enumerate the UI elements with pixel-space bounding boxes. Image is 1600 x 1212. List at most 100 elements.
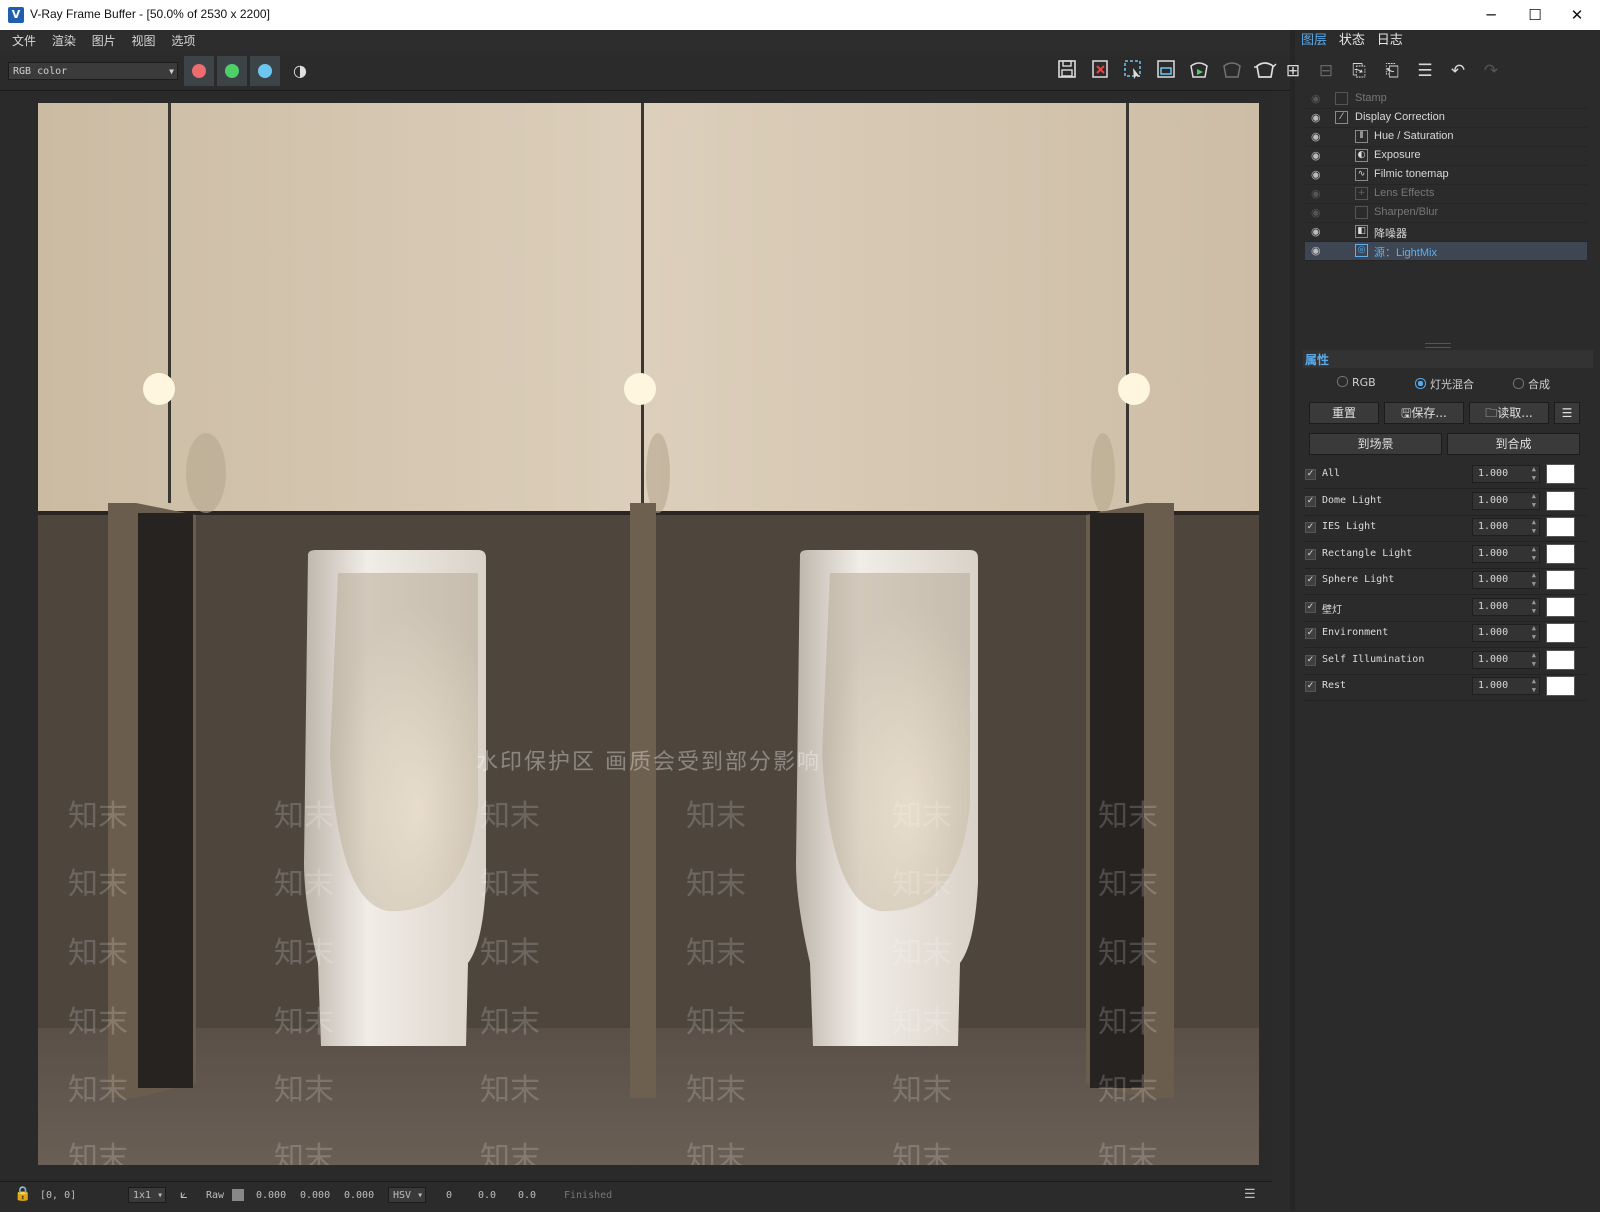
- save-button[interactable]: 🖫保存...: [1384, 402, 1464, 424]
- light-color-swatch[interactable]: [1546, 543, 1575, 564]
- blue-channel-button[interactable]: [250, 56, 280, 86]
- red-channel-button[interactable]: [184, 56, 214, 86]
- green-channel-button[interactable]: [217, 56, 247, 86]
- minimize-button[interactable]: ─: [1468, 0, 1514, 30]
- menu-render[interactable]: 渲染: [52, 30, 76, 52]
- region-render-icon[interactable]: [1120, 58, 1146, 84]
- delete-layer-icon[interactable]: ⊟: [1313, 58, 1339, 84]
- eye-icon[interactable]: ◉: [1311, 225, 1321, 238]
- checkbox[interactable]: ✓: [1305, 628, 1316, 639]
- channel-select[interactable]: RGB color ▼: [8, 62, 178, 80]
- intensity-spinner[interactable]: 1.000 ▲ ▼: [1472, 571, 1540, 589]
- radio-rgb[interactable]: RGB: [1337, 376, 1376, 389]
- spinner-arrows-icon[interactable]: ▲ ▼: [1532, 651, 1536, 669]
- spinner-arrows-icon[interactable]: ▲ ▼: [1532, 598, 1536, 616]
- layer-filmic-tonemap[interactable]: ◉ ∿ Filmic tonemap: [1305, 166, 1587, 185]
- undo-icon[interactable]: ↶: [1445, 58, 1471, 84]
- intensity-spinner[interactable]: 1.000 ▲ ▼: [1472, 650, 1540, 669]
- layer-sharpen-blur[interactable]: ◉ Sharpen/Blur: [1305, 204, 1587, 223]
- layer-exposure[interactable]: ◉ ◐ Exposure: [1305, 147, 1587, 166]
- light-color-swatch[interactable]: [1546, 490, 1575, 511]
- eye-off-icon[interactable]: ◉: [1311, 92, 1321, 105]
- menu-file[interactable]: 文件: [12, 30, 36, 52]
- spinner-arrows-icon[interactable]: ▲ ▼: [1532, 624, 1536, 642]
- eye-icon[interactable]: ◉: [1311, 111, 1321, 124]
- light-color-swatch[interactable]: [1546, 464, 1575, 484]
- menu-image[interactable]: 图片: [92, 30, 116, 52]
- spinner-arrows-icon[interactable]: ▲ ▼: [1532, 518, 1536, 536]
- layer-denoiser[interactable]: ◉ ◧ 降噪器: [1305, 223, 1587, 242]
- color-picker-icon[interactable]: ⟀: [180, 1187, 188, 1202]
- light-color-swatch[interactable]: [1546, 649, 1575, 670]
- image-viewport[interactable]: 水印保护区 画质会受到部分影响 知末 知末 知末 知末 知末 知末 知末 知末 知末 知末 知末 知末…: [0, 91, 1272, 1181]
- close-button[interactable]: ✕: [1554, 0, 1600, 30]
- intensity-spinner[interactable]: 1.000 ▲ ▼: [1472, 597, 1540, 616]
- reset-button[interactable]: 重置: [1309, 402, 1379, 424]
- tab-layers[interactable]: 图层: [1301, 30, 1327, 52]
- log-toggle-icon[interactable]: ☰: [1244, 1187, 1256, 1202]
- eye-icon[interactable]: ◉: [1311, 244, 1321, 257]
- load-button[interactable]: 🗀读取...: [1469, 402, 1549, 424]
- eye-off-icon[interactable]: ◉: [1311, 187, 1321, 200]
- light-color-swatch[interactable]: [1546, 517, 1575, 537]
- add-layer-icon[interactable]: ⊞: [1280, 58, 1306, 84]
- spinner-arrows-icon[interactable]: ▲ ▼: [1532, 545, 1536, 563]
- checkbox[interactable]: ✓: [1305, 548, 1316, 560]
- checkbox[interactable]: ✓: [1305, 495, 1316, 507]
- radio-lightmix[interactable]: 灯光混合: [1415, 376, 1474, 392]
- menu-options[interactable]: 选项: [171, 30, 195, 52]
- checkbox[interactable]: ✓: [1305, 601, 1316, 613]
- colorspace-select[interactable]: HSV ▾: [388, 1187, 426, 1203]
- intensity-spinner[interactable]: 1.000 ▲ ▼: [1472, 465, 1540, 483]
- menu-view[interactable]: 视图: [132, 30, 156, 52]
- zoom-select[interactable]: 1x1 ▾: [128, 1187, 166, 1203]
- eye-icon[interactable]: ◉: [1311, 130, 1321, 143]
- checkbox[interactable]: ✓: [1305, 681, 1316, 692]
- save-layers-icon[interactable]: ⎘: [1346, 58, 1372, 84]
- layer-list-icon[interactable]: ☰: [1412, 58, 1438, 84]
- region-icon[interactable]: [1153, 58, 1179, 84]
- to-scene-button[interactable]: 到场景: [1309, 433, 1442, 455]
- eye-off-icon[interactable]: ◉: [1311, 206, 1321, 219]
- intensity-spinner[interactable]: 1.000 ▲ ▼: [1472, 544, 1540, 563]
- spinner-arrows-icon[interactable]: ▲ ▼: [1532, 677, 1536, 695]
- layer-lens-effects[interactable]: ◉ + Lens Effects: [1305, 185, 1587, 204]
- layer-display-correction[interactable]: ◉ ⁄ Display Correction: [1305, 109, 1587, 128]
- intensity-spinner[interactable]: 1.000 ▲ ▼: [1472, 491, 1540, 510]
- render-teapot-icon[interactable]: [1252, 58, 1278, 84]
- stop-render-icon[interactable]: [1219, 58, 1245, 84]
- layer-hue-saturation[interactable]: ◉ ⦀ Hue / Saturation: [1305, 128, 1587, 147]
- mono-channel-icon[interactable]: ◑: [287, 58, 313, 84]
- lock-icon[interactable]: 🔒: [14, 1186, 31, 1202]
- tab-stats[interactable]: 状态: [1339, 30, 1365, 52]
- eye-icon[interactable]: ◉: [1311, 149, 1321, 162]
- intensity-spinner[interactable]: 1.000 ▲ ▼: [1472, 518, 1540, 536]
- light-color-swatch[interactable]: [1546, 676, 1575, 696]
- layer-stamp[interactable]: ◉ Stamp: [1305, 90, 1587, 109]
- load-layers-icon[interactable]: ⎗: [1379, 58, 1405, 84]
- spinner-arrows-icon[interactable]: ▲ ▼: [1532, 571, 1536, 589]
- intensity-spinner[interactable]: 1.000 ▲ ▼: [1472, 624, 1540, 642]
- checkbox[interactable]: ✓: [1305, 575, 1316, 586]
- light-color-swatch[interactable]: [1546, 623, 1575, 643]
- maximize-button[interactable]: ☐: [1512, 0, 1558, 30]
- spinner-arrows-icon[interactable]: ▲ ▼: [1532, 465, 1536, 483]
- intensity-spinner[interactable]: 1.000 ▲ ▼: [1472, 677, 1540, 695]
- checkbox[interactable]: ✓: [1305, 654, 1316, 666]
- radio-composite[interactable]: 合成: [1513, 376, 1550, 392]
- eye-icon[interactable]: ◉: [1311, 168, 1321, 181]
- tab-log[interactable]: 日志: [1377, 30, 1403, 52]
- layer-source-lightmix[interactable]: ◉ ◎ 源：LightMix: [1305, 242, 1587, 261]
- checkbox[interactable]: ✓: [1305, 522, 1316, 533]
- light-color-swatch[interactable]: [1546, 570, 1575, 590]
- clear-image-icon[interactable]: [1087, 58, 1113, 84]
- resize-grip[interactable]: [1425, 343, 1451, 348]
- lightmix-options-button[interactable]: ☰: [1554, 402, 1580, 424]
- render-interactive-icon[interactable]: [1186, 58, 1212, 84]
- save-image-icon[interactable]: [1054, 58, 1080, 84]
- light-color-swatch[interactable]: [1546, 596, 1575, 617]
- spinner-arrows-icon[interactable]: ▲ ▼: [1532, 492, 1536, 510]
- checkbox[interactable]: ✓: [1305, 469, 1316, 480]
- redo-icon[interactable]: ↷: [1478, 58, 1504, 84]
- to-composite-button[interactable]: 到合成: [1447, 433, 1580, 455]
